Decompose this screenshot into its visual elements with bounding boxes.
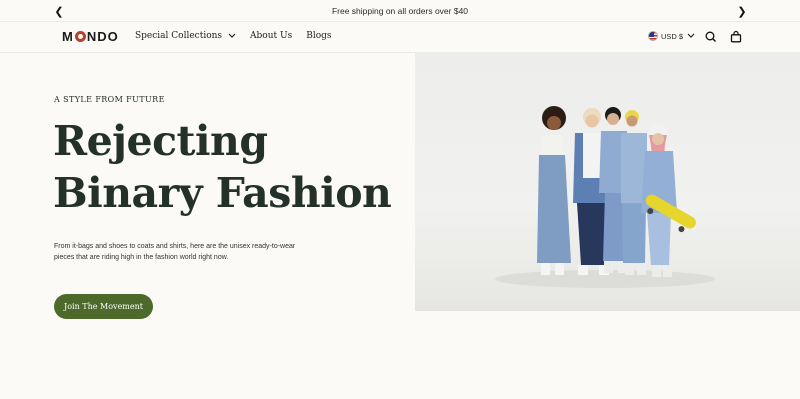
nav-blogs[interactable]: Blogs <box>306 31 331 41</box>
currency-label: USD $ <box>661 31 684 41</box>
hero-description: From it-bags and shoes to coats and shir… <box>54 243 296 261</box>
chevron-right-icon[interactable]: ❯ <box>735 4 749 18</box>
us-flag-icon <box>648 31 658 41</box>
hero-image <box>415 53 800 311</box>
models-illustration <box>495 106 715 288</box>
hero-headline: Rejecting Binary Fashion <box>53 117 392 217</box>
logo-o-mark <box>74 31 86 42</box>
logo-text-end: NDO <box>86 29 119 44</box>
announcement-text: Free shipping on all orders over $40 <box>331 5 469 16</box>
shopping-bag-icon[interactable] <box>729 30 743 44</box>
announcement-bar: ❮ Free shipping on all orders over $40 ❯ <box>0 0 800 22</box>
currency-selector[interactable]: USD $ <box>648 31 695 41</box>
logo[interactable]: M NDO <box>62 29 119 44</box>
hero-eyebrow: A STYLE FROM FUTURE <box>54 95 165 104</box>
nav-label: Special Collections <box>135 31 223 41</box>
nav-label: Blogs <box>306 31 332 41</box>
hero-text-section: A STYLE FROM FUTURE Rejecting Binary Fas… <box>0 53 415 399</box>
main-nav: Special Collections About Us Blogs <box>135 31 346 41</box>
chevron-down-icon <box>687 32 695 41</box>
nav-special-collections[interactable]: Special Collections <box>135 31 236 41</box>
chevron-left-icon[interactable]: ❮ <box>52 4 66 18</box>
search-icon[interactable] <box>704 30 718 44</box>
nav-label: About Us <box>250 31 293 41</box>
nav-about-us[interactable]: About Us <box>250 31 292 41</box>
join-the-movement-button[interactable]: Join The Movement <box>54 294 153 319</box>
site-header: M NDO Special Collections About Us Blogs… <box>0 22 800 53</box>
chevron-down-icon <box>228 32 236 41</box>
logo-text-start: M <box>62 29 74 44</box>
